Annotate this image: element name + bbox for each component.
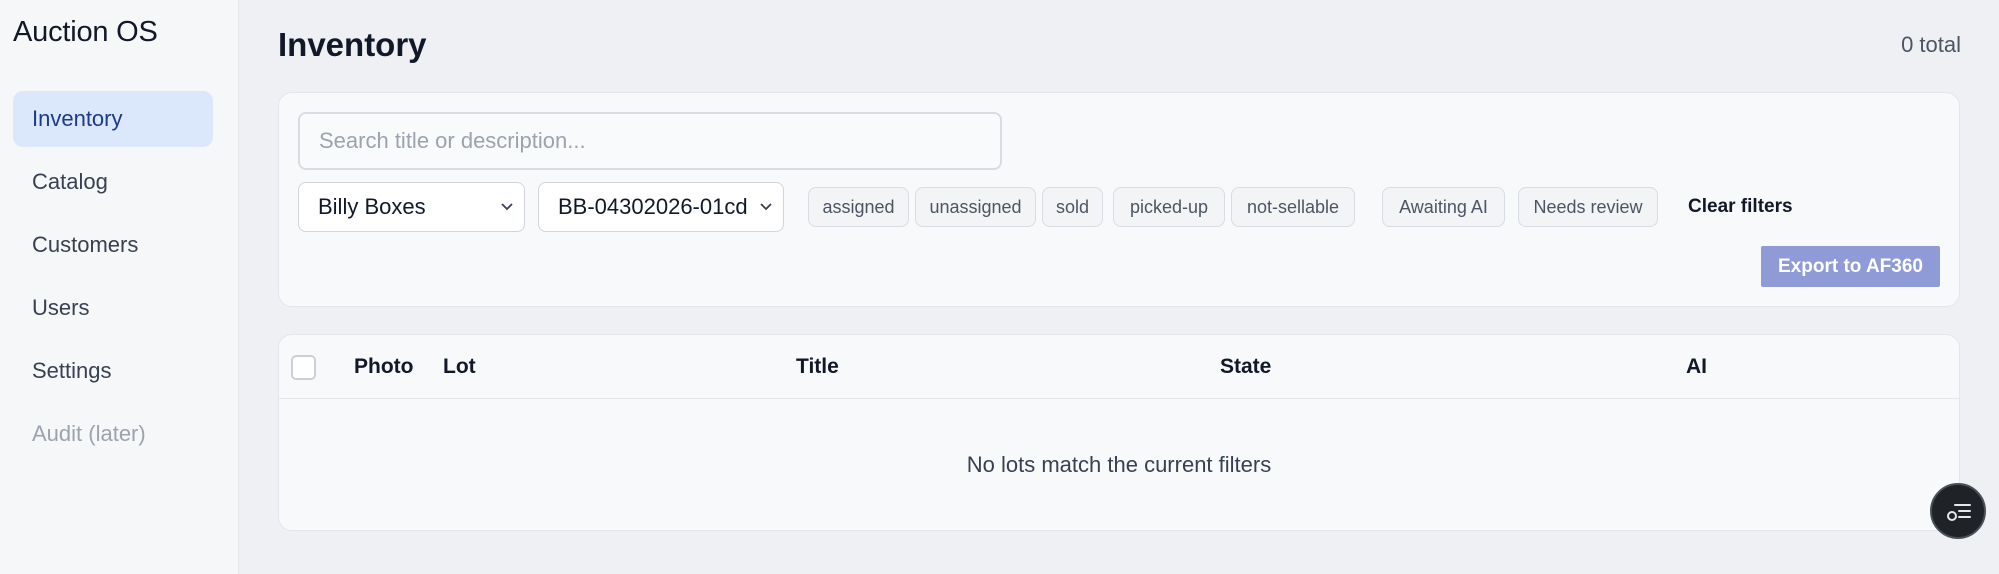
assistant-list-icon [1947, 504, 1971, 521]
app-brand: Auction OS [13, 16, 158, 48]
filter-chip-picked-up[interactable]: picked-up [1113, 187, 1225, 227]
table-header: Photo Lot Title State AI [279, 335, 1959, 399]
sidebar-item-audit: Audit (later) [32, 421, 146, 446]
column-header-state: State [1220, 355, 1272, 378]
sidebar-item-catalog[interactable]: Catalog [13, 154, 213, 210]
empty-state-message: No lots match the current filters [966, 452, 1272, 477]
sidebar-item-settings[interactable]: Settings [13, 343, 213, 399]
select-all-checkbox[interactable] [291, 355, 316, 380]
sidebar-nav: Inventory Catalog Customers Users Settin… [13, 91, 213, 469]
client-select[interactable]: Billy Boxes [298, 182, 525, 232]
column-header-ai: AI [1686, 355, 1707, 378]
filter-chip-sold[interactable]: sold [1042, 187, 1103, 227]
lots-table: Photo Lot Title State AI No lots match t… [278, 334, 1960, 531]
filter-chip-assigned[interactable]: assigned [808, 187, 909, 227]
total-count: 0 total [1901, 32, 1961, 57]
column-header-lot: Lot [443, 355, 476, 378]
column-header-title: Title [796, 355, 839, 378]
client-select-value: Billy Boxes [318, 194, 426, 219]
batch-select[interactable]: BB-04302026-01cd [538, 182, 784, 232]
sidebar-item-customers[interactable]: Customers [13, 217, 213, 273]
batch-select-value: BB-04302026-01cd [558, 194, 748, 219]
column-header-photo: Photo [354, 355, 414, 378]
export-af360-button[interactable]: Export to AF360 [1761, 246, 1940, 287]
filter-chip-not-sellable[interactable]: not-sellable [1231, 187, 1355, 227]
sidebar: Auction OS Inventory Catalog Customers U… [0, 0, 239, 574]
filter-panel: Billy Boxes BB-04302026-01cd assigned un… [278, 92, 1960, 307]
sidebar-item-users[interactable]: Users [13, 280, 213, 336]
filter-chip-unassigned[interactable]: unassigned [915, 187, 1036, 227]
assistant-fab-button[interactable] [1930, 483, 1986, 539]
clear-filters-button[interactable]: Clear filters [1688, 187, 1793, 227]
chevron-down-icon [500, 183, 514, 251]
search-input[interactable] [298, 112, 1002, 170]
chevron-down-icon [759, 183, 773, 251]
sidebar-item-inventory[interactable]: Inventory [13, 91, 213, 147]
filter-chip-needs-review[interactable]: Needs review [1518, 187, 1658, 227]
filter-chip-awaiting-ai[interactable]: Awaiting AI [1382, 187, 1505, 227]
page-title: Inventory [278, 26, 427, 63]
